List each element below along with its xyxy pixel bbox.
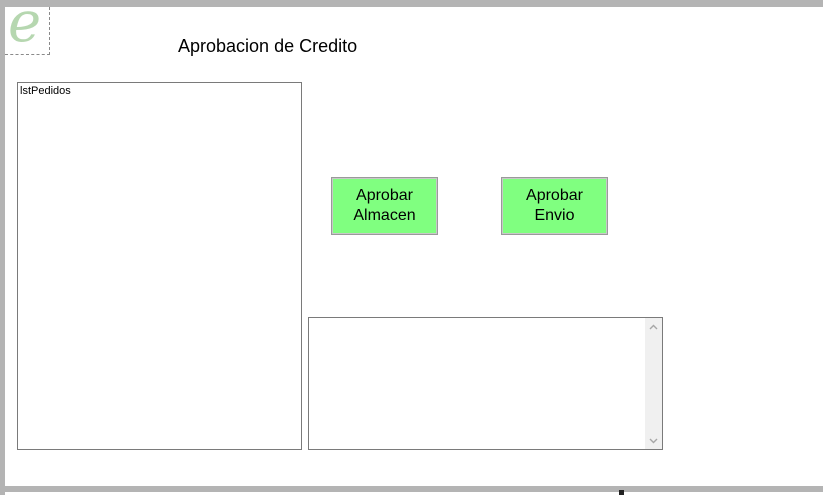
approve-shipping-button[interactable]: Aprobar Envio	[501, 177, 608, 235]
listbox-label: lstPedidos	[20, 85, 71, 97]
result-textarea[interactable]	[308, 317, 663, 450]
approve-warehouse-label-line1: Aprobar	[356, 187, 413, 204]
chevron-up-icon[interactable]	[645, 318, 662, 335]
approve-shipping-label-line2: Envio	[534, 207, 575, 224]
approve-warehouse-label-line2: Almacen	[353, 207, 416, 224]
form-window: e Aprobacion de Credito lstPedidos Aprob…	[0, 0, 823, 495]
logo: e	[5, 7, 50, 55]
frame-border-top	[0, 0, 823, 7]
approve-warehouse-button[interactable]: Aprobar Almacen	[331, 177, 438, 235]
resize-handle[interactable]	[619, 490, 624, 495]
frame-border-bottom	[0, 486, 823, 492]
approve-shipping-label-line1: Aprobar	[526, 187, 583, 204]
page-title: Aprobacion de Credito	[178, 36, 358, 56]
orders-listbox[interactable]: lstPedidos	[17, 82, 302, 450]
letter-e-logo-icon: e	[8, 7, 42, 55]
frame-border-left	[0, 0, 5, 495]
vertical-scrollbar[interactable]	[645, 318, 662, 449]
chevron-down-icon[interactable]	[645, 432, 662, 449]
